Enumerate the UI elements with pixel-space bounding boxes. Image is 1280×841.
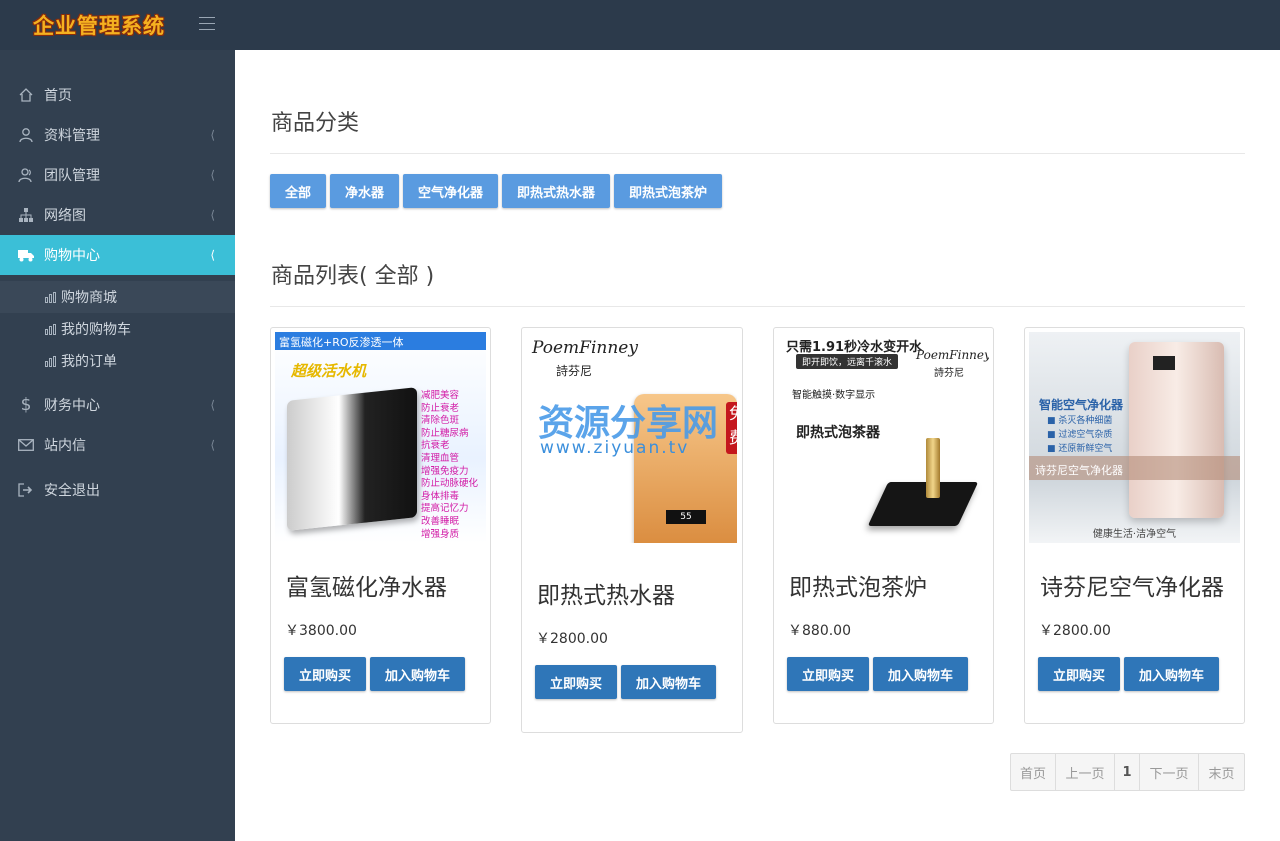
signout-icon: [17, 481, 35, 499]
category-button-water-heater[interactable]: 即热式热水器: [502, 174, 610, 208]
image-list-item: 增强免疫力: [421, 465, 469, 477]
page-next-button[interactable]: 下一页: [1140, 754, 1199, 790]
product-image[interactable]: 富氢磁化+RO反渗透一体 超级活水机 减肥美容 防止衰老 清除色斑 防止糖尿病 抗衰老清…: [275, 332, 486, 543]
user-icon: [17, 126, 35, 144]
sidebar-item-shopping[interactable]: 购物中心 ⟨: [0, 235, 235, 275]
divider: [270, 153, 1245, 154]
category-title: 商品分类: [271, 111, 360, 136]
buy-now-button[interactable]: 立即购买: [1038, 657, 1120, 691]
category-button-air-purifier[interactable]: 空气净化器: [403, 174, 498, 208]
page-prev-button[interactable]: 上一页: [1056, 754, 1115, 790]
sidebar-item-messages[interactable]: 站内信 ⟨: [0, 425, 235, 465]
image-list-item: 减肥美容: [421, 390, 460, 401]
sidebar-subitem-mall[interactable]: 购物商城: [0, 281, 235, 313]
sidebar-subitem-label: 我的购物车: [61, 322, 131, 338]
team-icon: [17, 166, 35, 184]
image-list-item: 抗衰老: [421, 440, 450, 452]
sidebar-subitem-label: 我的订单: [61, 354, 117, 370]
product-price: ￥2800.00: [536, 631, 608, 647]
chevron-left-icon: ⟨: [210, 168, 215, 182]
sidebar-item-label: 首页: [44, 88, 72, 104]
add-to-cart-button[interactable]: 加入购物车: [621, 665, 716, 699]
add-to-cart-button[interactable]: 加入购物车: [873, 657, 968, 691]
page-first-button[interactable]: 首页: [1011, 754, 1056, 790]
image-list-item: ■ 过滤空气杂质: [1047, 430, 1113, 440]
sidebar-item-home[interactable]: 首页: [0, 75, 235, 115]
image-list-item: 防止衰老: [421, 402, 460, 414]
product-image[interactable]: PoemFinney 詩芬尼 55 资源分享网 www.ziyuan.tv 免费: [526, 332, 737, 543]
product-image[interactable]: 只需1.91秒冷水变开水 即开即饮，远离千滚水 PoemFinney 詩芬尼 智…: [778, 332, 989, 543]
product-price: ￥880.00: [788, 623, 851, 639]
image-list-item: 清除色斑: [421, 415, 460, 427]
chevron-left-icon: ⟨: [210, 438, 215, 452]
home-icon: [17, 86, 35, 104]
image-list-item: 改善睡眠: [421, 515, 460, 527]
top-bar: 企业管理系统: [0, 0, 1280, 50]
truck-icon: [17, 246, 35, 264]
image-list-item: ■ 还原新鲜空气: [1047, 444, 1113, 454]
divider: [270, 306, 1245, 307]
product-image[interactable]: 智能空气净化器 ■ 杀灭各种细菌 ■ 过滤空气杂质 ■ 还原新鲜空气 诗芬尼空气净化…: [1029, 332, 1240, 543]
buy-now-button[interactable]: 立即购买: [284, 657, 366, 691]
image-list-item: 身体排毒: [421, 490, 460, 502]
chevron-left-icon: ⟨: [210, 398, 215, 412]
sidebar-item-team[interactable]: 团队管理 ⟨: [0, 155, 235, 195]
brand-logo[interactable]: 企业管理系统: [33, 10, 165, 40]
sidebar-item-label: 团队管理: [44, 168, 100, 184]
bar-chart-icon: [45, 291, 56, 303]
product-name[interactable]: 即热式泡茶炉: [789, 568, 927, 602]
image-list-item: 防止糖尿病: [421, 427, 469, 439]
bar-chart-icon: [45, 323, 56, 335]
sidebar-item-logout[interactable]: 安全退出: [0, 470, 235, 510]
chevron-left-icon: ⟨: [210, 248, 215, 262]
sidebar-item-label: 站内信: [44, 438, 86, 454]
image-list-item: 增强身质: [421, 528, 460, 540]
product-name[interactable]: 富氢磁化净水器: [286, 568, 447, 602]
image-list-item: ■ 杀灭各种细菌: [1047, 416, 1113, 426]
product-card: 富氢磁化+RO反渗透一体 超级活水机 减肥美容 防止衰老 清除色斑 防止糖尿病 抗衰老清…: [270, 327, 491, 724]
image-list-item: 提高记忆力: [421, 503, 469, 515]
sidebar-subitem-cart[interactable]: 我的购物车: [0, 313, 235, 345]
sidebar-subitem-orders[interactable]: 我的订单: [0, 345, 235, 377]
buy-now-button[interactable]: 立即购买: [535, 665, 617, 699]
product-card: PoemFinney 詩芬尼 55 资源分享网 www.ziyuan.tv 免费…: [521, 327, 743, 733]
watermark-url: www.ziyuan.tv: [540, 438, 690, 458]
page-last-button[interactable]: 末页: [1199, 754, 1244, 790]
dollar-icon: $: [20, 395, 32, 415]
sidebar-item-label: 安全退出: [44, 483, 100, 499]
sidebar-item-label: 财务中心: [44, 398, 100, 414]
product-card: 智能空气净化器 ■ 杀灭各种细菌 ■ 过滤空气杂质 ■ 还原新鲜空气 诗芬尼空气净化…: [1024, 327, 1245, 724]
mail-icon: [17, 436, 35, 454]
category-button-all[interactable]: 全部: [270, 174, 326, 208]
sidebar-item-finance[interactable]: $ 财务中心 ⟨: [0, 385, 235, 425]
watermark-tag: 免费: [726, 402, 737, 454]
product-price: ￥3800.00: [285, 623, 357, 639]
sidebar-subitem-label: 购物商城: [61, 290, 117, 306]
buy-now-button[interactable]: 立即购买: [787, 657, 869, 691]
sidebar-item-label: 网络图: [44, 208, 86, 224]
bar-chart-icon: [45, 355, 56, 367]
page-number-current[interactable]: 1: [1115, 754, 1140, 790]
sidebar-item-network[interactable]: 网络图 ⟨: [0, 195, 235, 235]
product-name[interactable]: 即热式热水器: [537, 576, 675, 610]
pagination: 首页 上一页 1 下一页 末页: [1010, 753, 1245, 791]
chevron-left-icon: ⟨: [210, 208, 215, 222]
add-to-cart-button[interactable]: 加入购物车: [370, 657, 465, 691]
product-card: 只需1.91秒冷水变开水 即开即饮，远离千滚水 PoemFinney 詩芬尼 智…: [773, 327, 994, 724]
sitemap-icon: [17, 206, 35, 224]
product-list-title: 商品列表( 全部 ): [271, 264, 435, 289]
sidebar-item-label: 资料管理: [44, 128, 100, 144]
hamburger-icon[interactable]: [199, 17, 215, 31]
sidebar-item-label: 购物中心: [44, 248, 100, 264]
image-list-item: 防止动脉硬化: [421, 478, 479, 490]
sidebar-item-profile[interactable]: 资料管理 ⟨: [0, 115, 235, 155]
add-to-cart-button[interactable]: 加入购物车: [1124, 657, 1219, 691]
chevron-left-icon: ⟨: [210, 128, 215, 142]
category-button-water-purifier[interactable]: 净水器: [330, 174, 399, 208]
category-button-tea-stove[interactable]: 即热式泡茶炉: [614, 174, 722, 208]
product-price: ￥2800.00: [1039, 623, 1111, 639]
product-name[interactable]: 诗芬尼空气净化器: [1040, 568, 1224, 602]
image-list-item: 清理血管: [421, 452, 460, 464]
